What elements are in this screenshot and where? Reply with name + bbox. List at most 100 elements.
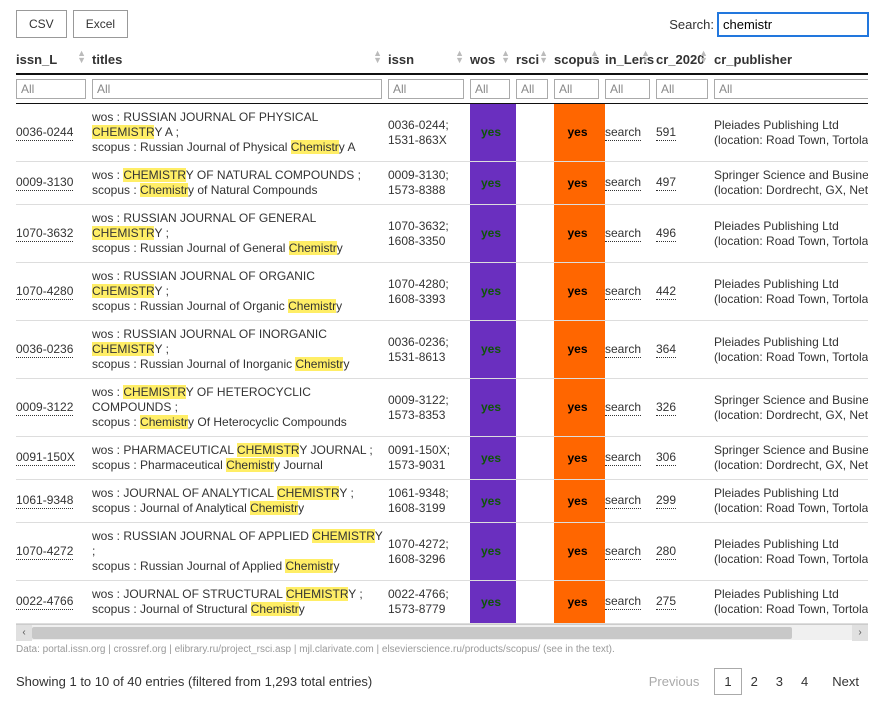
filter-input-in_Lens[interactable] [605, 79, 650, 99]
horizontal-scrollbar[interactable]: ‹ › [16, 624, 868, 640]
wos-cell: yes [470, 379, 516, 437]
issn-l-link[interactable]: 1070-4272 [16, 544, 73, 560]
issn-l-link[interactable]: 0091-150X [16, 450, 75, 466]
wos-cell: yes [470, 205, 516, 263]
page-previous[interactable]: Previous [640, 669, 709, 694]
csv-button[interactable]: CSV [16, 10, 67, 38]
issn-l-link[interactable]: 1061-9348 [16, 493, 73, 509]
cr2020-link[interactable]: 306 [656, 450, 676, 466]
table-row: 0091-150X wos : PHARMACEUTICAL CHEMISTRY … [16, 437, 868, 480]
issn-cell: 0036-0236;1531-8613 [388, 321, 470, 379]
column-header-rsci[interactable]: rsci▲▼ [516, 46, 554, 74]
titles-cell: wos : RUSSIAN JOURNAL OF INORGANIC CHEMI… [92, 321, 388, 379]
cr2020-link[interactable]: 442 [656, 284, 676, 300]
column-header-scopus[interactable]: scopus▲▼ [554, 46, 605, 74]
table-row: 0036-0236 wos : RUSSIAN JOURNAL OF INORGA… [16, 321, 868, 379]
rsci-cell [516, 104, 554, 162]
rsci-cell [516, 437, 554, 480]
issn-cell: 1061-9348;1608-3199 [388, 480, 470, 523]
rsci-cell [516, 480, 554, 523]
column-header-issn_L[interactable]: issn_L▲▼ [16, 46, 92, 74]
page-4[interactable]: 4 [792, 669, 817, 694]
column-header-titles[interactable]: titles▲▼ [92, 46, 388, 74]
wos-cell: yes [470, 104, 516, 162]
scopus-cell: yes [554, 379, 605, 437]
scroll-left-arrow[interactable]: ‹ [16, 625, 32, 641]
rsci-cell [516, 162, 554, 205]
filter-input-issn[interactable] [388, 79, 464, 99]
sort-icon: ▲▼ [539, 50, 548, 64]
issn-cell: 1070-4280;1608-3393 [388, 263, 470, 321]
issn-l-link[interactable]: 1070-4280 [16, 284, 73, 300]
inlens-link[interactable]: search [605, 493, 641, 509]
inlens-link[interactable]: search [605, 544, 641, 560]
page-1[interactable]: 1 [714, 668, 741, 695]
wos-cell: yes [470, 523, 516, 581]
cr2020-link[interactable]: 326 [656, 400, 676, 416]
titles-cell: wos : RUSSIAN JOURNAL OF PHYSICAL CHEMIS… [92, 104, 388, 162]
issn-l-link[interactable]: 0009-3122 [16, 400, 73, 416]
filter-input-issn_L[interactable] [16, 79, 86, 99]
sort-icon: ▲▼ [77, 50, 86, 64]
table-row: 1070-3632 wos : RUSSIAN JOURNAL OF GENERA… [16, 205, 868, 263]
column-header-issn[interactable]: issn▲▼ [388, 46, 470, 74]
data-table: issn_L▲▼titles▲▼issn▲▼wos▲▼rsci▲▼scopus▲… [16, 46, 868, 624]
entries-info: Showing 1 to 10 of 40 entries (filtered … [16, 674, 372, 689]
column-header-cr_2020[interactable]: cr_2020▲▼ [656, 46, 714, 74]
titles-cell: wos : RUSSIAN JOURNAL OF GENERAL CHEMIST… [92, 205, 388, 263]
inlens-link[interactable]: search [605, 342, 641, 358]
table-row: 0036-0244 wos : RUSSIAN JOURNAL OF PHYSIC… [16, 104, 868, 162]
wos-cell: yes [470, 480, 516, 523]
issn-cell: 0091-150X;1573-9031 [388, 437, 470, 480]
scopus-cell: yes [554, 104, 605, 162]
filter-input-rsci[interactable] [516, 79, 548, 99]
scroll-thumb[interactable] [32, 627, 792, 639]
cr2020-link[interactable]: 591 [656, 125, 676, 141]
inlens-link[interactable]: search [605, 226, 641, 242]
publisher-cell: Pleiades Publishing Ltd(location: Road T… [714, 104, 868, 162]
inlens-link[interactable]: search [605, 125, 641, 141]
inlens-link[interactable]: search [605, 175, 641, 191]
cr2020-link[interactable]: 299 [656, 493, 676, 509]
scopus-cell: yes [554, 437, 605, 480]
excel-button[interactable]: Excel [73, 10, 128, 38]
column-header-wos[interactable]: wos▲▼ [470, 46, 516, 74]
cr2020-link[interactable]: 364 [656, 342, 676, 358]
scopus-cell: yes [554, 205, 605, 263]
page-next[interactable]: Next [823, 669, 868, 694]
data-source-note: Data: portal.issn.org | crossref.org | e… [16, 644, 868, 655]
scroll-right-arrow[interactable]: › [852, 625, 868, 641]
publisher-cell: Springer Science and Busine(location: Do… [714, 437, 868, 480]
inlens-link[interactable]: search [605, 284, 641, 300]
cr2020-link[interactable]: 496 [656, 226, 676, 242]
inlens-link[interactable]: search [605, 594, 641, 610]
filter-input-titles[interactable] [92, 79, 382, 99]
issn-l-link[interactable]: 0022-4766 [16, 594, 73, 610]
issn-l-link[interactable]: 0036-0236 [16, 342, 73, 358]
rsci-cell [516, 379, 554, 437]
cr2020-link[interactable]: 497 [656, 175, 676, 191]
rsci-cell [516, 205, 554, 263]
filter-input-cr_publisher[interactable] [714, 79, 868, 99]
publisher-cell: Springer Science and Busine(location: Do… [714, 162, 868, 205]
titles-cell: wos : PHARMACEUTICAL CHEMISTRY JOURNAL ;… [92, 437, 388, 480]
table-row: 1070-4280wos : RUSSIAN JOURNAL OF ORGANI… [16, 263, 868, 321]
page-2[interactable]: 2 [742, 669, 767, 694]
cr2020-link[interactable]: 280 [656, 544, 676, 560]
table-row: 1061-9348wos : JOURNAL OF ANALYTICAL CHE… [16, 480, 868, 523]
cr2020-link[interactable]: 275 [656, 594, 676, 610]
inlens-link[interactable]: search [605, 450, 641, 466]
column-header-in_Lens[interactable]: in_Lens▲▼ [605, 46, 656, 74]
inlens-link[interactable]: search [605, 400, 641, 416]
issn-l-link[interactable]: 0036-0244 [16, 125, 73, 141]
filter-input-cr_2020[interactable] [656, 79, 708, 99]
issn-l-link[interactable]: 1070-3632 [16, 226, 73, 242]
issn-l-link[interactable]: 0009-3130 [16, 175, 73, 191]
column-header-cr_publisher[interactable]: cr_publisher▲▼ [714, 46, 868, 74]
filter-input-wos[interactable] [470, 79, 510, 99]
issn-cell: 0022-4766;1573-8779 [388, 581, 470, 624]
filter-input-scopus[interactable] [554, 79, 599, 99]
pagination: Previous 1234 Next [640, 669, 868, 694]
search-input[interactable] [718, 13, 868, 36]
page-3[interactable]: 3 [767, 669, 792, 694]
